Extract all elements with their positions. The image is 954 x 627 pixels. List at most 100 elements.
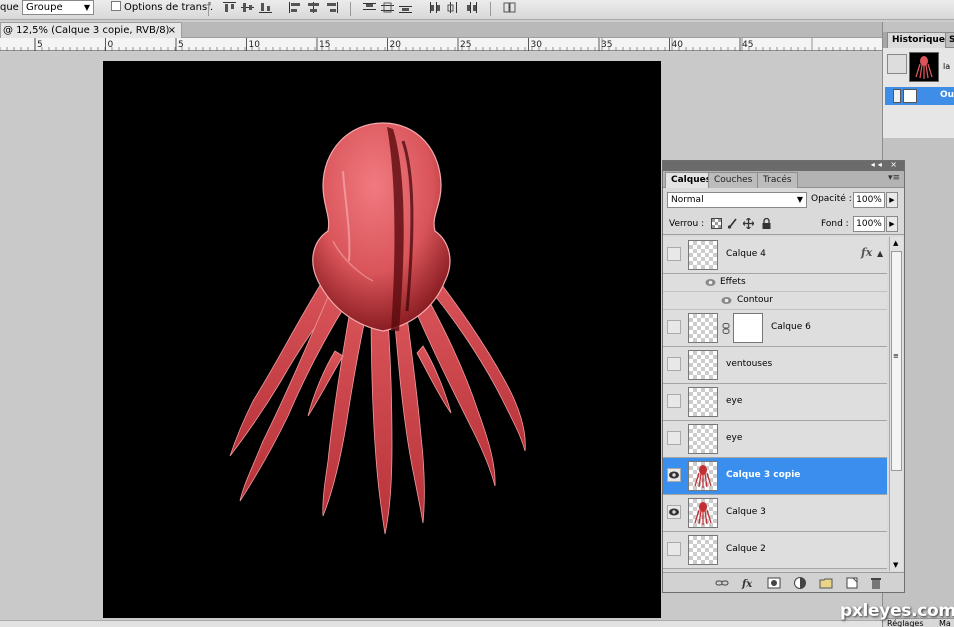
octopus-thumbnail-icon: [694, 465, 712, 488]
layer-name: Calque 3 copie: [726, 470, 801, 480]
blend-mode-select[interactable]: Normal ▼: [667, 192, 807, 208]
align-bottom-icon[interactable]: [258, 1, 273, 14]
align-right-icon[interactable]: [324, 1, 339, 14]
ruler-label: 10: [249, 40, 261, 50]
tab-historique[interactable]: Historique: [887, 32, 950, 48]
tab-traces[interactable]: Tracés: [757, 172, 798, 188]
scroll-down-icon[interactable]: ▼: [893, 561, 898, 569]
layer-name: Calque 6: [771, 322, 811, 332]
transform-options-checkbox[interactable]: [111, 1, 121, 11]
collapse-close-icon[interactable]: ◂◂ ×: [871, 160, 900, 169]
layer-calque-6[interactable]: Calque 6: [663, 310, 887, 347]
watermark: pxleyes.com: [840, 601, 954, 621]
distribute-bottom-icon[interactable]: [398, 1, 413, 14]
effects-row[interactable]: Effets: [663, 274, 887, 292]
layer-mask-thumbnail[interactable]: [733, 313, 763, 343]
distribute-middle-icon[interactable]: [380, 1, 395, 14]
visibility-toggle[interactable]: [667, 505, 681, 519]
chevron-down-icon: ▼: [796, 195, 803, 204]
panel-header[interactable]: ◂◂ ×: [663, 160, 904, 171]
lock-all-padlock-icon[interactable]: [761, 218, 772, 229]
distribute-top-icon[interactable]: [362, 1, 377, 14]
align-top-icon[interactable]: [222, 1, 237, 14]
layer-thumbnail: [688, 461, 718, 491]
blend-opacity-row: Normal ▼ Opacité : 100% ▶: [663, 189, 904, 211]
visibility-toggle[interactable]: [667, 468, 681, 482]
blend-mode-value: Normal: [671, 195, 704, 205]
lock-pixels-brush-icon[interactable]: [727, 218, 738, 229]
lock-transparency-icon[interactable]: [711, 218, 722, 229]
visibility-toggle[interactable]: [667, 431, 681, 445]
opacity-input[interactable]: 100%: [853, 192, 885, 208]
new-group-folder-icon[interactable]: [819, 576, 833, 590]
adjustment-layer-icon[interactable]: [793, 576, 807, 590]
ruler-label: 35: [601, 40, 612, 50]
eye-icon[interactable]: [705, 278, 716, 287]
ruler-ticks: 5 0 5 10 15 20 25 30 35 40 45: [0, 38, 876, 51]
visibility-toggle[interactable]: [667, 394, 681, 408]
fill-input[interactable]: 100%: [853, 216, 885, 232]
visibility-toggle[interactable]: [667, 357, 681, 371]
distribute-left-icon[interactable]: [428, 1, 443, 14]
horizontal-scrollbar[interactable]: [0, 620, 882, 627]
tab-row: [182, 22, 882, 38]
panel-menu-icon[interactable]: ▾≡: [888, 173, 900, 183]
align-middle-icon[interactable]: [240, 1, 255, 14]
layer-calque-4[interactable]: Calque 4 fx ▲: [663, 237, 887, 274]
document-canvas[interactable]: [103, 61, 661, 618]
tab-secondary[interactable]: S: [945, 32, 954, 48]
layers-panel: ◂◂ × Calques Couches Tracés ▾≡ Normal ▼ …: [662, 160, 905, 593]
layer-calque-3[interactable]: Calque 3: [663, 495, 887, 532]
collapse-triangle-icon[interactable]: ▲: [877, 249, 883, 258]
effect-contour-row[interactable]: Contour: [663, 292, 887, 310]
ruler-label: 0: [108, 40, 114, 50]
add-mask-icon[interactable]: [767, 576, 781, 590]
layer-calque-3-copie[interactable]: Calque 3 copie: [663, 458, 887, 495]
close-icon[interactable]: ×: [168, 23, 176, 38]
align-left-icon[interactable]: [288, 1, 303, 14]
distribute-center-icon[interactable]: [446, 1, 461, 14]
layer-eye[interactable]: eye: [663, 384, 887, 421]
auto-align-icon[interactable]: [502, 1, 517, 14]
trash-icon[interactable]: [869, 576, 883, 590]
new-layer-icon[interactable]: [845, 576, 859, 590]
link-layers-icon[interactable]: [715, 576, 729, 590]
layer-thumbnail: [688, 498, 718, 528]
layer-thumbnail: [688, 424, 718, 454]
history-state-open[interactable]: Ouv: [885, 87, 954, 105]
chain-link-icon[interactable]: [722, 323, 730, 334]
fx-icon[interactable]: fx: [741, 576, 755, 590]
group-select[interactable]: Groupe ▼: [22, 0, 94, 15]
visibility-toggle[interactable]: [667, 247, 681, 261]
tab-couches[interactable]: Couches: [708, 172, 759, 188]
lock-position-move-icon[interactable]: [743, 218, 754, 229]
document-tab[interactable]: @ 12,5% (Calque 3 copie, RVB/8) ×: [0, 22, 182, 38]
options-bar: que : Groupe ▼ Options de transf.: [0, 0, 954, 20]
history-snapshot-thumbnail[interactable]: [909, 52, 939, 82]
visibility-toggle[interactable]: [667, 320, 681, 334]
snapshot-brush-icon[interactable]: [887, 54, 907, 74]
layer-name: eye: [726, 433, 743, 443]
align-center-icon[interactable]: [306, 1, 321, 14]
distribute-right-icon[interactable]: [464, 1, 479, 14]
layer-calque-2[interactable]: Calque 2: [663, 532, 887, 569]
opacity-slider-arrow-icon[interactable]: ▶: [886, 192, 898, 208]
layer-eye-2[interactable]: eye: [663, 421, 887, 458]
eye-icon[interactable]: [721, 296, 732, 305]
visibility-toggle[interactable]: [667, 542, 681, 556]
layer-ventouses[interactable]: ventouses: [663, 347, 887, 384]
ruler-label: 30: [531, 40, 543, 50]
history-brush-source-icon[interactable]: [893, 89, 901, 103]
scroll-thumb[interactable]: [891, 251, 902, 471]
fill-slider-arrow-icon[interactable]: ▶: [886, 216, 898, 232]
transform-options-label: Options de transf.: [124, 2, 214, 13]
snapshot-label: la: [943, 62, 951, 71]
scroll-up-icon[interactable]: ▲: [893, 239, 898, 247]
layer-name: Calque 2: [726, 544, 766, 554]
layer-list: Calque 4 fx ▲ Effets Contour Calque 6 ve…: [663, 237, 887, 571]
fx-icon[interactable]: fx: [861, 246, 872, 259]
layer-thumbnail: [688, 240, 718, 270]
fill-label: Fond :: [821, 219, 849, 229]
layers-scrollbar[interactable]: ▲ ≡ ▼: [889, 237, 903, 571]
ruler-label: 20: [390, 40, 402, 50]
